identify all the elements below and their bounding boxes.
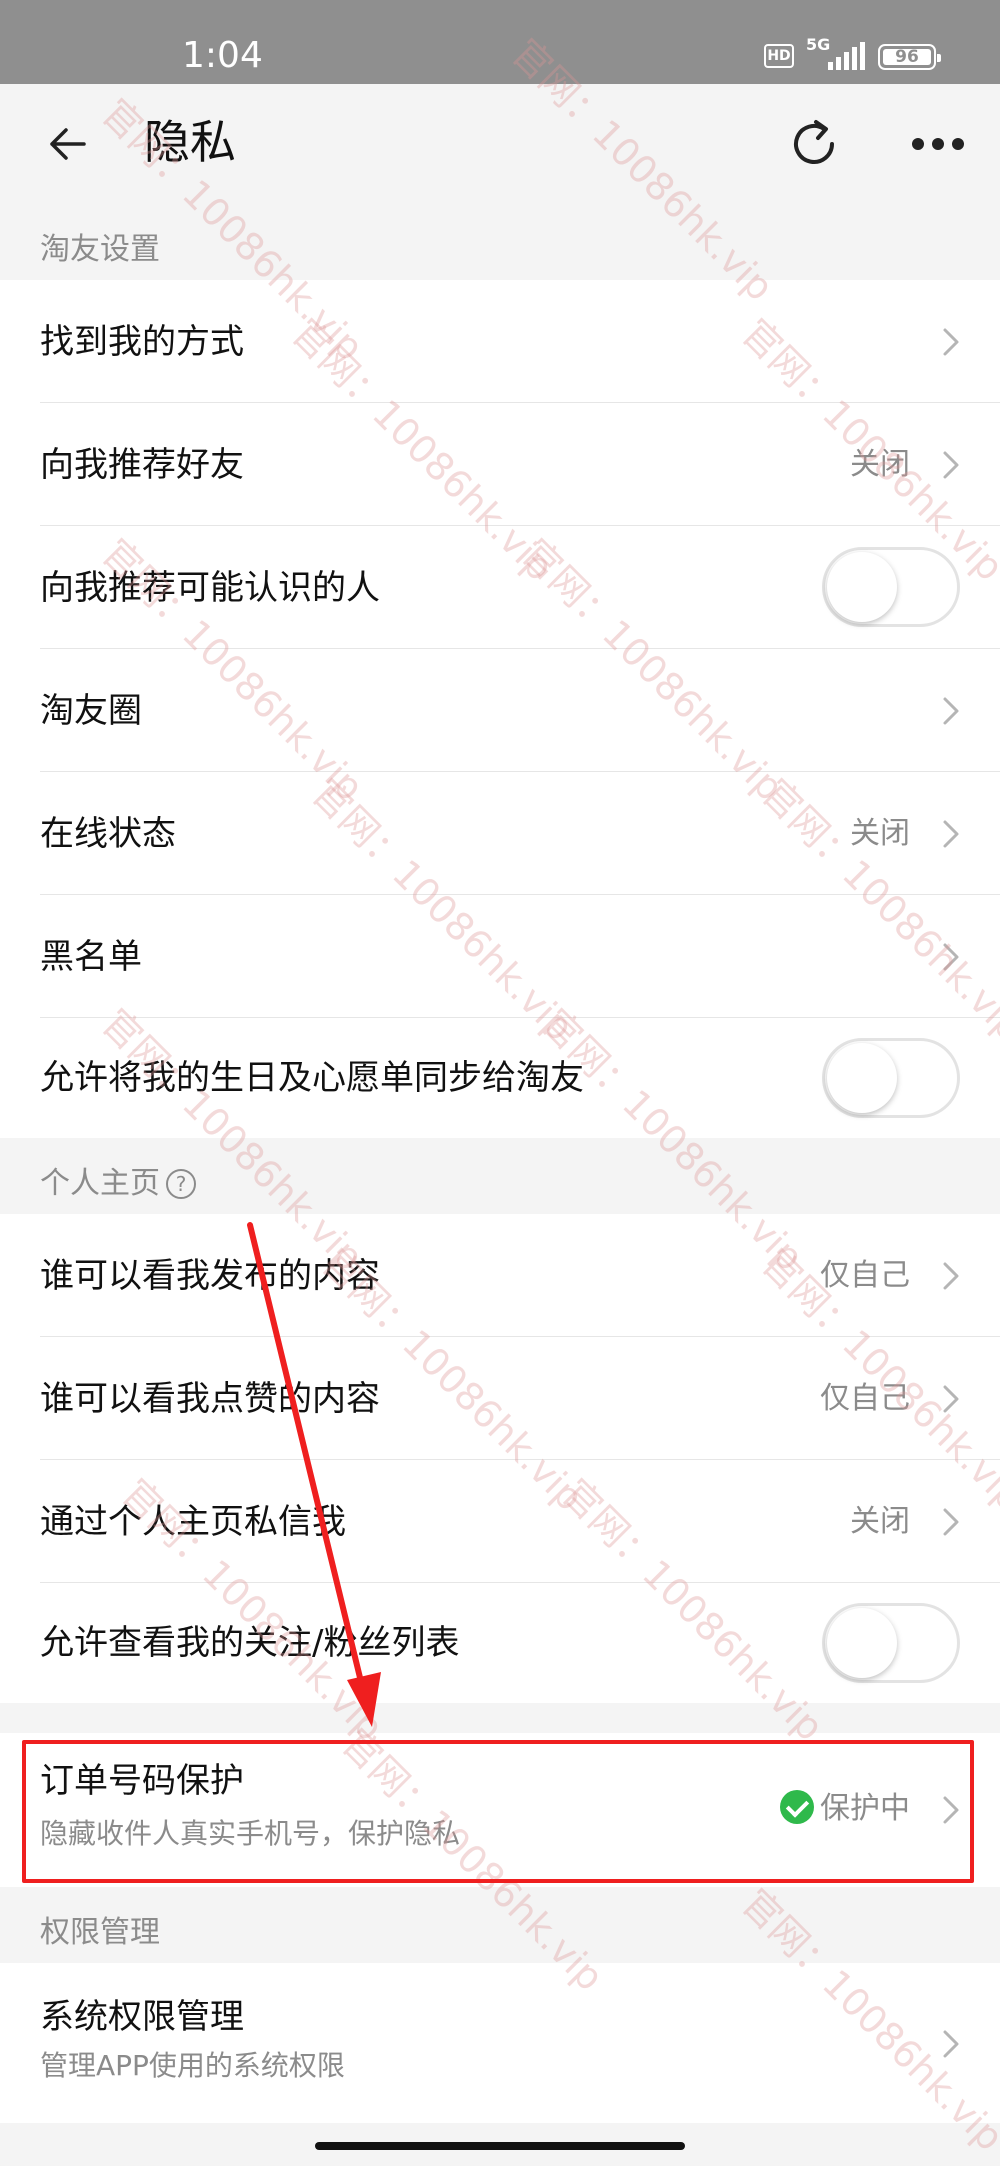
arrow-left-icon[interactable] xyxy=(44,120,92,168)
chevron-right-icon xyxy=(943,820,959,848)
row-follow-fans-list: 允许查看我的关注/粉丝列表 xyxy=(0,1583,1000,1703)
row-recommend-known-people: 向我推荐可能认识的人 xyxy=(0,526,1000,649)
row-label: 订单号码保护 xyxy=(40,1761,244,1801)
row-label: 向我推荐可能认识的人 xyxy=(40,568,380,608)
refresh-icon[interactable] xyxy=(786,116,842,172)
row-label: 系统权限管理 xyxy=(40,1997,244,2037)
row-label: 允许查看我的关注/粉丝列表 xyxy=(40,1623,460,1663)
chevron-right-icon xyxy=(943,1508,959,1536)
nav-bar: 隐私 xyxy=(0,84,1000,204)
more-horizontal-icon[interactable] xyxy=(910,134,966,154)
chevron-right-icon xyxy=(943,328,959,356)
help-icon[interactable]: ? xyxy=(166,1169,196,1199)
row-value: 关闭 xyxy=(850,447,910,482)
row-value: 仅自己 xyxy=(820,1381,910,1416)
chevron-right-icon xyxy=(943,2030,959,2058)
row-value: 仅自己 xyxy=(820,1258,910,1293)
battery-level: 96 xyxy=(895,47,919,67)
row-label: 向我推荐好友 xyxy=(40,445,244,485)
section-title: 权限管理 xyxy=(40,1915,160,1950)
status-time: 1:04 xyxy=(182,35,263,76)
follow-list-toggle[interactable] xyxy=(822,1603,960,1683)
chevron-right-icon xyxy=(943,943,959,971)
row-label: 淘友圈 xyxy=(40,691,142,731)
recommend-known-toggle[interactable] xyxy=(822,547,960,627)
row-subtitle: 管理APP使用的系统权限 xyxy=(40,2049,345,2082)
row-online-status[interactable]: 在线状态 关闭 xyxy=(0,772,1000,895)
row-taoyou-circle[interactable]: 淘友圈 xyxy=(0,649,1000,772)
row-value: 关闭 xyxy=(850,1504,910,1539)
chevron-right-icon xyxy=(943,451,959,479)
chevron-right-icon xyxy=(943,1262,959,1290)
page-title: 隐私 xyxy=(144,115,236,169)
signal-icon xyxy=(828,42,866,70)
section-header-personal: 个人主页? xyxy=(0,1138,1000,1214)
network-type: 5G xyxy=(806,35,831,54)
row-blacklist[interactable]: 黑名单 xyxy=(0,895,1000,1018)
row-label: 谁可以看我点赞的内容 xyxy=(40,1379,380,1419)
row-label: 黑名单 xyxy=(40,937,142,977)
hd-badge: HD xyxy=(764,44,794,68)
status-bar: 1:04 HD 5G 96 xyxy=(0,0,1000,84)
row-subtitle: 隐藏收件人真实手机号，保护隐私 xyxy=(40,1817,461,1850)
row-value: 关闭 xyxy=(850,816,910,851)
section-header-taoyou: 淘友设置 xyxy=(0,204,1000,280)
protection-status: 保护中 xyxy=(820,1791,910,1826)
battery-icon: 96 xyxy=(878,44,941,70)
row-system-permission[interactable]: 系统权限管理 管理APP使用的系统权限 xyxy=(0,1963,1000,2123)
row-message-via-homepage[interactable]: 通过个人主页私信我 关闭 xyxy=(0,1460,1000,1583)
row-label: 谁可以看我发布的内容 xyxy=(40,1256,380,1296)
row-order-number-protection[interactable]: 订单号码保护 隐藏收件人真实手机号，保护隐私 保护中 xyxy=(0,1733,1000,1887)
row-label: 找到我的方式 xyxy=(40,322,244,362)
section-title: 淘友设置 xyxy=(40,232,160,267)
row-find-me[interactable]: 找到我的方式 xyxy=(0,280,1000,403)
chevron-right-icon xyxy=(943,1796,959,1824)
row-sync-birthday-wishlist: 允许将我的生日及心愿单同步给淘友 xyxy=(0,1018,1000,1138)
check-circle-icon xyxy=(780,1790,814,1824)
chevron-right-icon xyxy=(943,1385,959,1413)
sync-birthday-toggle[interactable] xyxy=(822,1038,960,1118)
section-header-permission: 权限管理 xyxy=(0,1887,1000,1963)
home-indicator xyxy=(315,2142,685,2150)
row-label: 允许将我的生日及心愿单同步给淘友 xyxy=(40,1058,584,1098)
row-label: 通过个人主页私信我 xyxy=(40,1502,346,1542)
row-who-see-likes[interactable]: 谁可以看我点赞的内容 仅自己 xyxy=(0,1337,1000,1460)
chevron-right-icon xyxy=(943,697,959,725)
row-label: 在线状态 xyxy=(40,814,176,854)
section-title: 个人主页 xyxy=(40,1166,160,1201)
row-who-see-posts[interactable]: 谁可以看我发布的内容 仅自己 xyxy=(0,1214,1000,1337)
row-recommend-friends[interactable]: 向我推荐好友 关闭 xyxy=(0,403,1000,526)
